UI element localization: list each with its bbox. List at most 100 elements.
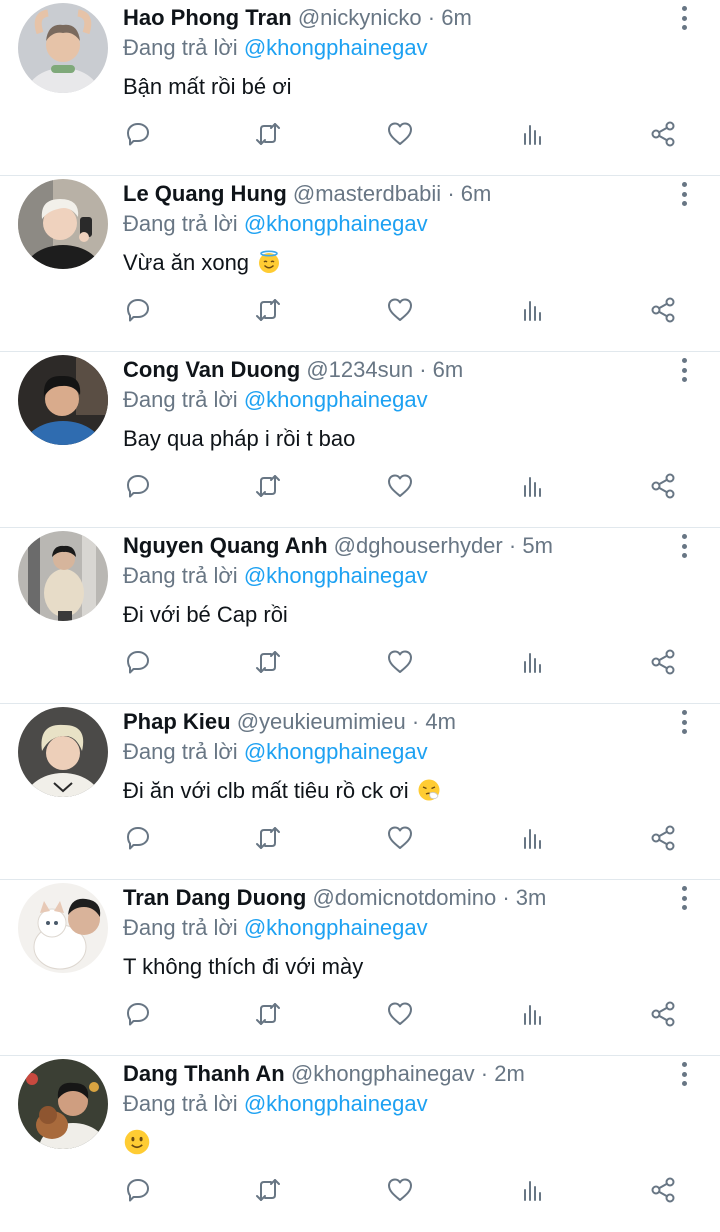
more-vertical-icon[interactable]	[676, 534, 692, 558]
stats-icon[interactable]	[514, 644, 550, 680]
avatar[interactable]	[18, 355, 108, 445]
avatar[interactable]	[18, 883, 108, 973]
replying-to: Đang trả lời @khongphainegav	[123, 913, 660, 943]
replying-to-label: Đang trả lời	[123, 211, 238, 236]
like-icon[interactable]	[382, 116, 418, 152]
tweet-text: Vừa ăn xong	[123, 248, 660, 278]
more-vertical-icon[interactable]	[676, 1062, 692, 1086]
tweet-content: Phap Kieu @yeukieumimieu · 4m Đang trả l…	[123, 704, 660, 806]
author-name[interactable]: Le Quang Hung	[123, 181, 287, 206]
tweet-text-body: Vừa ăn xong	[123, 250, 250, 275]
like-icon[interactable]	[382, 996, 418, 1032]
more-vertical-icon[interactable]	[676, 182, 692, 206]
avatar[interactable]	[18, 707, 108, 797]
stats-icon[interactable]	[514, 820, 550, 856]
retweet-icon[interactable]	[250, 292, 286, 328]
mention-link[interactable]: @khongphainegav	[244, 211, 428, 236]
more-vertical-icon[interactable]	[676, 710, 692, 734]
separator: ·	[447, 181, 455, 206]
mention-link[interactable]: @khongphainegav	[244, 915, 428, 940]
author-handle[interactable]: @domicnotdomino	[312, 885, 496, 910]
more-vertical-icon[interactable]	[676, 886, 692, 910]
avatar[interactable]	[18, 1059, 108, 1149]
timestamp[interactable]: 6m	[441, 5, 472, 30]
avatar[interactable]	[18, 179, 108, 269]
retweet-icon[interactable]	[250, 468, 286, 504]
timestamp[interactable]: 6m	[433, 357, 464, 382]
share-icon[interactable]	[645, 116, 681, 152]
stats-icon[interactable]	[514, 292, 550, 328]
mention-link[interactable]: @khongphainegav	[244, 739, 428, 764]
stats-icon[interactable]	[514, 1172, 550, 1208]
author-handle[interactable]: @khongphainegav	[291, 1061, 475, 1086]
tweet-text: Bay qua pháp i rồi t bao	[123, 424, 660, 454]
author-name[interactable]: Cong Van Duong	[123, 357, 300, 382]
mention-link[interactable]: @khongphainegav	[244, 35, 428, 60]
retweet-icon[interactable]	[250, 820, 286, 856]
tweet[interactable]: Le Quang Hung @masterdbabii · 6m Đang tr…	[0, 176, 720, 352]
like-icon[interactable]	[382, 468, 418, 504]
mention-link[interactable]: @khongphainegav	[244, 387, 428, 412]
tweet[interactable]: Phap Kieu @yeukieumimieu · 4m Đang trả l…	[0, 704, 720, 880]
timestamp[interactable]: 4m	[425, 709, 456, 734]
replying-to: Đang trả lời @khongphainegav	[123, 561, 660, 591]
reply-icon[interactable]	[120, 996, 156, 1032]
retweet-icon[interactable]	[250, 116, 286, 152]
share-icon[interactable]	[645, 292, 681, 328]
stats-icon[interactable]	[514, 116, 550, 152]
reply-icon[interactable]	[120, 292, 156, 328]
author-handle[interactable]: @masterdbabii	[293, 181, 441, 206]
tweet[interactable]: Tran Dang Duong @domicnotdomino · 3m Đan…	[0, 880, 720, 1056]
like-icon[interactable]	[382, 644, 418, 680]
author-handle[interactable]: @dghouserhyder	[334, 533, 503, 558]
slightly-smiling-face-icon	[124, 1129, 150, 1155]
avatar[interactable]	[18, 531, 108, 621]
mention-link[interactable]: @khongphainegav	[244, 1091, 428, 1116]
avatar-image	[18, 883, 108, 973]
author-name[interactable]: Phap Kieu	[123, 709, 231, 734]
timestamp[interactable]: 3m	[516, 885, 547, 910]
timestamp[interactable]: 6m	[461, 181, 492, 206]
like-icon[interactable]	[382, 820, 418, 856]
reply-icon[interactable]	[120, 1172, 156, 1208]
tweet[interactable]: Hao Phong Tran @nickynicko · 6m Đang trả…	[0, 0, 720, 176]
reply-icon[interactable]	[120, 820, 156, 856]
mention-link[interactable]: @khongphainegav	[244, 563, 428, 588]
tweet[interactable]: Dang Thanh An @khongphainegav · 2m Đang …	[0, 1056, 720, 1232]
share-icon[interactable]	[645, 1172, 681, 1208]
more-vertical-icon[interactable]	[676, 358, 692, 382]
author-name[interactable]: Nguyen Quang Anh	[123, 533, 328, 558]
author-handle[interactable]: @yeukieumimieu	[237, 709, 406, 734]
like-icon[interactable]	[382, 292, 418, 328]
share-icon[interactable]	[645, 820, 681, 856]
tweet[interactable]: Nguyen Quang Anh @dghouserhyder · 5m Đan…	[0, 528, 720, 704]
timestamp[interactable]: 2m	[494, 1061, 525, 1086]
stats-icon[interactable]	[514, 996, 550, 1032]
like-icon[interactable]	[382, 1172, 418, 1208]
timestamp[interactable]: 5m	[522, 533, 553, 558]
retweet-icon[interactable]	[250, 644, 286, 680]
tweet-actions	[0, 116, 720, 152]
author-name[interactable]: Hao Phong Tran	[123, 5, 292, 30]
retweet-icon[interactable]	[250, 996, 286, 1032]
share-icon[interactable]	[645, 996, 681, 1032]
retweet-icon[interactable]	[250, 1172, 286, 1208]
author-handle[interactable]: @1234sun	[306, 357, 413, 382]
share-icon[interactable]	[645, 644, 681, 680]
reply-icon[interactable]	[120, 116, 156, 152]
avatar[interactable]	[18, 3, 108, 93]
tweet-text: Đi với bé Cap rồi	[123, 600, 660, 630]
stats-icon[interactable]	[514, 468, 550, 504]
replying-to-label: Đang trả lời	[123, 387, 238, 412]
author-handle[interactable]: @nickynicko	[298, 5, 422, 30]
sneezing-face-icon	[418, 779, 440, 801]
author-name[interactable]: Dang Thanh An	[123, 1061, 285, 1086]
avatar-image	[18, 355, 108, 445]
reply-icon[interactable]	[120, 468, 156, 504]
reply-feed: Hao Phong Tran @nickynicko · 6m Đang trả…	[0, 0, 720, 1232]
author-name[interactable]: Tran Dang Duong	[123, 885, 306, 910]
more-vertical-icon[interactable]	[676, 6, 692, 30]
reply-icon[interactable]	[120, 644, 156, 680]
tweet[interactable]: Cong Van Duong @1234sun · 6m Đang trả lờ…	[0, 352, 720, 528]
share-icon[interactable]	[645, 468, 681, 504]
